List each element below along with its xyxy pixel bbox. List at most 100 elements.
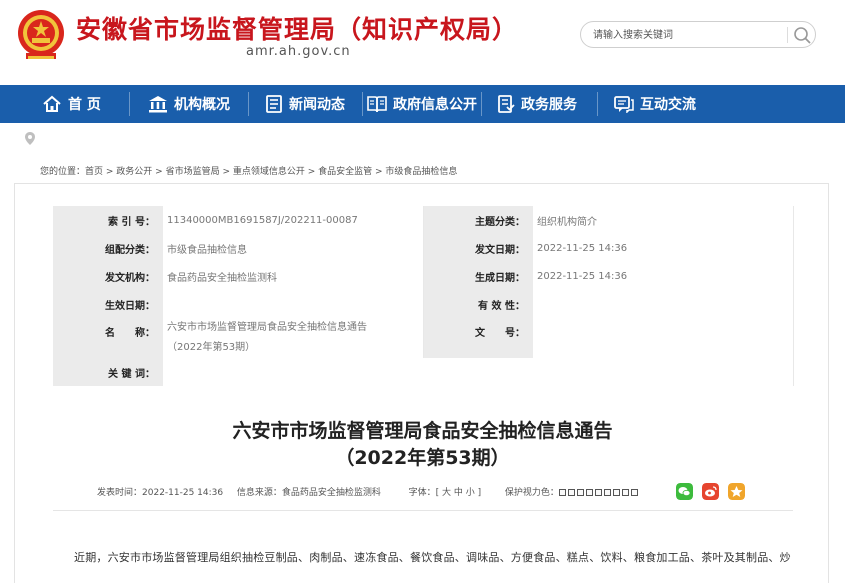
site-header: 安徽省市场监督管理局（知识产权局） amr.ah.gov.cn [0, 0, 845, 85]
breadcrumb-sep: > [103, 167, 117, 177]
nav-item-news[interactable]: 新闻动态 [265, 85, 345, 123]
home-icon [43, 95, 61, 112]
nav-item-institution[interactable]: 机构概况 [148, 85, 230, 123]
nav-item-home[interactable]: 首 页 [42, 85, 101, 123]
search-box [580, 21, 816, 48]
breadcrumb-prefix: 您的位置： [40, 167, 86, 177]
wechat-share-icon[interactable] [676, 483, 693, 500]
issuing-agency-label: 发文机构： [53, 262, 163, 290]
breadcrumb-sep: > [219, 167, 233, 177]
index-number-label: 索 引 号： [53, 206, 163, 234]
meta-row: 索 引 号： 11340000MB1691587J/202211-00087 主… [53, 206, 794, 234]
national-emblem-icon[interactable] [16, 6, 66, 64]
nav-label: 新闻动态 [289, 97, 345, 113]
document-number-label: 文 号： [423, 318, 533, 358]
created-date-value: 2022-11-25 14:36 [533, 262, 794, 290]
eye-color-swatch[interactable] [567, 489, 575, 496]
eye-color-label: 保护视力色： [504, 488, 559, 498]
keywords-filler [423, 358, 794, 386]
search-divider [787, 27, 788, 43]
article-title-line1: 六安市市场监督管理局食品安全抽检信息通告 [232, 420, 613, 442]
group-category-label: 组配分类： [53, 234, 163, 262]
nav-divider [129, 92, 130, 116]
meta-row: 生效日期： 有 效 性： [53, 290, 794, 318]
search-icon[interactable] [791, 25, 813, 45]
document-name-line2: （2022年第53期） [167, 342, 256, 353]
eye-color-swatch[interactable] [612, 489, 620, 496]
eye-color-swatches [558, 488, 640, 498]
publish-time-label: 发表时间： [97, 488, 143, 498]
eye-color-swatch[interactable] [621, 489, 629, 496]
document-meta-table: 索 引 号： 11340000MB1691587J/202211-00087 主… [53, 206, 794, 386]
nav-divider [597, 92, 598, 116]
search-input[interactable] [593, 26, 778, 44]
article-body: 近期，六安市市场监督管理局组织抽检豆制品、肉制品、速冻食品、餐饮食品、调味品、方… [74, 551, 791, 564]
breadcrumb: 您的位置：首页 > 政务公开 > 省市场监管局 > 重点领域信息公开 > 食品安… [40, 164, 457, 177]
source-value[interactable]: 食品药品安全抽检监测科 [282, 488, 381, 498]
eye-color-swatch[interactable] [603, 489, 611, 496]
index-number-value: 11340000MB1691587J/202211-00087 [163, 206, 424, 234]
font-size-options[interactable]: [ 大 中 小 ] [436, 488, 481, 498]
nav-divider [362, 92, 363, 116]
breadcrumb-food-safety[interactable]: 食品安全监管 [318, 167, 372, 177]
chat-icon [614, 96, 634, 113]
breadcrumb-sep: > [372, 167, 386, 177]
nav-item-interaction[interactable]: 互动交流 [614, 85, 696, 123]
breadcrumb-home[interactable]: 首页 [85, 167, 103, 177]
meta-row: 组配分类： 市级食品抽检信息 发文日期： 2022-11-25 14:36 [53, 234, 794, 262]
nav-label: 首 页 [68, 97, 101, 113]
article-meta: 发表时间：2022-11-25 14:36 信息来源：食品药品安全抽检监测科 字… [97, 485, 640, 498]
validity-value [533, 290, 794, 318]
keywords-value [163, 358, 423, 386]
eye-color-swatch[interactable] [594, 489, 602, 496]
breadcrumb-city-inspection[interactable]: 市级食品抽检信息 [385, 167, 457, 177]
main-nav: 首 页 机构概况 新闻动态 政府信息公开 政务服务 互动交流 [0, 85, 845, 123]
eye-color-swatch[interactable] [576, 489, 584, 496]
publish-time-value: 2022-11-25 14:36 [142, 488, 224, 498]
eye-color-swatch[interactable] [630, 489, 638, 496]
location-pin-icon [25, 132, 35, 145]
source-label: 信息来源： [236, 488, 282, 498]
nav-item-service[interactable]: 政务服务 [497, 85, 577, 123]
nav-divider [481, 92, 482, 116]
service-icon [498, 95, 515, 113]
qzone-share-icon[interactable] [728, 483, 745, 500]
nav-label: 互动交流 [640, 97, 696, 113]
group-category-value: 市级食品抽检信息 [163, 234, 424, 262]
news-icon [266, 95, 282, 113]
nav-divider [248, 92, 249, 116]
topic-category-label: 主题分类： [423, 206, 533, 234]
nav-item-open-info[interactable]: 政府信息公开 [367, 85, 477, 123]
weibo-share-icon[interactable] [702, 483, 719, 500]
issue-date-label: 发文日期： [423, 234, 533, 262]
article-title: 六安市市场监督管理局食品安全抽检信息通告 （2022年第53期） [0, 418, 845, 472]
meta-row: 发文机构： 食品药品安全抽检监测科 生成日期： 2022-11-25 14:36 [53, 262, 794, 290]
topic-category-value: 组织机构简介 [533, 206, 794, 234]
meta-row: 名 称： 六安市市场监督管理局食品安全抽检信息通告 （2022年第53期） 文 … [53, 318, 794, 358]
issue-date-value: 2022-11-25 14:36 [533, 234, 794, 262]
issuing-agency-value: 食品药品安全抽检监测科 [163, 262, 424, 290]
open-info-icon [367, 96, 387, 113]
keywords-label: 关 键 词： [53, 358, 163, 386]
site-domain: amr.ah.gov.cn [246, 44, 351, 59]
article-title-line2: （2022年第53期） [335, 447, 510, 469]
document-name-label: 名 称： [53, 318, 163, 358]
nav-label: 政务服务 [521, 97, 577, 113]
eye-color-swatch[interactable] [558, 489, 566, 496]
breadcrumb-gov-open[interactable]: 政务公开 [116, 167, 152, 177]
nav-label: 政府信息公开 [393, 97, 477, 113]
breadcrumb-provincial-bureau[interactable]: 省市场监管局 [166, 167, 220, 177]
article-divider [53, 510, 793, 511]
effective-date-value [163, 290, 424, 318]
document-number-value [533, 318, 794, 358]
breadcrumb-key-areas[interactable]: 重点领域信息公开 [233, 167, 305, 177]
created-date-label: 生成日期： [423, 262, 533, 290]
breadcrumb-sep: > [152, 167, 166, 177]
breadcrumb-sep: > [304, 167, 319, 177]
nav-label: 机构概况 [174, 97, 230, 113]
font-size-label: 字体： [408, 488, 436, 498]
validity-label: 有 效 性： [423, 290, 533, 318]
site-title[interactable]: 安徽省市场监督管理局（知识产权局） [76, 10, 518, 46]
institution-icon [149, 96, 167, 113]
eye-color-swatch[interactable] [585, 489, 593, 496]
